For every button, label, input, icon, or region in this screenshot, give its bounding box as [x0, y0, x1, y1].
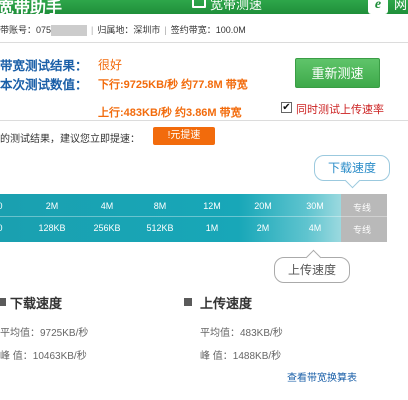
meter-divider	[0, 216, 387, 217]
download-peak: 峰 值：10463KB/秒	[0, 351, 87, 362]
upload-test-checkbox[interactable]: ✔	[281, 102, 292, 113]
monitor-icon	[192, 0, 206, 8]
location-value: 深圳市	[133, 25, 161, 35]
bandwidth-conversion-link[interactable]: 查看带宽换算表	[287, 369, 357, 384]
account-value: 075	[36, 25, 52, 35]
upload-speed-bubble: 上传速度	[274, 257, 350, 283]
download-avg: 平均值：9725KB/秒	[0, 328, 89, 339]
meter-tick-download: 12M	[203, 201, 221, 211]
nav-speedtest[interactable]: 宽带测速	[210, 0, 262, 13]
meter-tick-download: 2M	[45, 201, 59, 211]
upload-stat-title: 上传速度	[200, 296, 253, 311]
meter-tick-download: 8M	[153, 201, 167, 211]
meter-tick-download: 20M	[254, 201, 272, 211]
download-speed-bubble: 下载速度	[314, 155, 390, 181]
upload-legend-square	[184, 298, 192, 306]
download-value: 下行:9725KB/秒 约77.8M 带宽	[98, 79, 248, 91]
meter-tick-upload: 专线	[352, 225, 371, 235]
meter-tick-download: 4M	[100, 201, 114, 211]
download-legend-square	[0, 298, 6, 306]
upload-value: 上行:483KB/秒 约3.86M 带宽	[98, 107, 242, 119]
upload-avg: 平均值：483KB/秒	[200, 328, 283, 339]
result-status: 很好	[98, 58, 123, 72]
values-label: 本次测试数值：	[0, 78, 88, 92]
meter-tick-upload: 1M	[205, 223, 219, 233]
meter-tick-download: 0	[0, 201, 20, 211]
contract-value: 100.0M	[215, 25, 246, 35]
divider	[0, 42, 408, 43]
meter-tick-upload: 512KB	[146, 223, 174, 233]
browser-e-icon[interactable]: e	[368, 0, 388, 14]
divider	[0, 120, 408, 121]
nav-more[interactable]: 网	[394, 0, 407, 13]
app-header: 宽带助手 宽带测速 e 网	[0, 0, 408, 17]
meter-tick-upload: 128KB	[38, 223, 66, 233]
upgrade-button[interactable]: !元提速	[153, 127, 215, 145]
upload-peak: 峰 值：1488KB/秒	[200, 351, 282, 362]
upload-test-checkbox-label[interactable]: 同时测试上传速率	[296, 101, 384, 117]
meter-tick-upload: 2M	[256, 223, 270, 233]
account-label: 带账号：	[0, 25, 37, 35]
broadband-speedtest-page: 宽带助手 宽带测速 e 网 带账号：075 | 归属地：深圳市 | 签约带宽：100.0…	[0, 0, 408, 400]
location-label: 归属地：	[97, 25, 134, 35]
app-logo: 宽带助手	[0, 0, 63, 17]
result-label: 带宽测试结果：	[0, 59, 88, 73]
meter-tick-upload: 0	[0, 223, 20, 233]
upgrade-tip-text: 的测试结果，建议您立即提速：	[0, 134, 140, 145]
masked-account-digits	[51, 25, 88, 37]
download-stat-title: 下载速度	[10, 296, 63, 311]
meter-tick-upload: 256KB	[93, 223, 121, 233]
meter-tick-download: 专线	[352, 203, 371, 213]
meter-tick-upload: 4M	[308, 223, 322, 233]
meter-tick-download: 30M	[306, 201, 324, 211]
speed-meter: 0 2M 4M 8M 12M 20M 30M 专线 0 128KB 256KB 512KB 1M 2M 4M…	[0, 194, 387, 242]
retest-button[interactable]: 重新测速	[295, 58, 380, 88]
contract-label: 签约带宽：	[170, 25, 216, 35]
account-info-bar: 带账号：075 | 归属地：深圳市 | 签约带宽：100.0M	[0, 20, 408, 40]
